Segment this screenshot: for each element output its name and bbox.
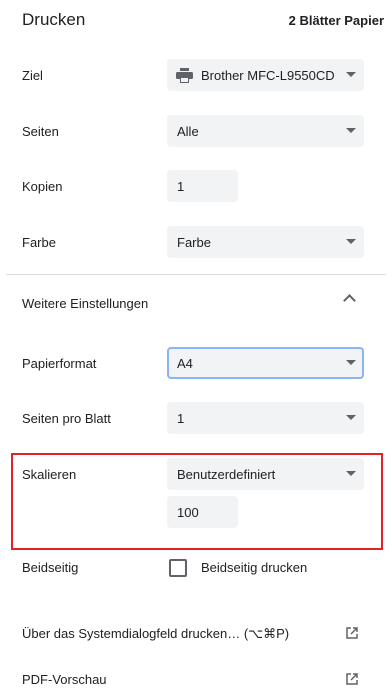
- page-title: Drucken: [22, 10, 86, 29]
- sheet-count: 2 Blätter Papier: [288, 13, 384, 28]
- chevron-down-icon: [346, 128, 356, 133]
- chevron-down-icon: [346, 72, 356, 77]
- chevron-down-icon: [346, 360, 356, 365]
- scale-select[interactable]: Benutzerdefiniert: [167, 458, 364, 490]
- paper-size-label: Papierformat: [22, 356, 97, 371]
- pages-per-sheet-label: Seiten pro Blatt: [22, 411, 111, 426]
- duplex-checkbox-label[interactable]: Beidseitig drucken: [201, 560, 307, 575]
- more-settings-label[interactable]: Weitere Einstellungen: [22, 296, 148, 311]
- chevron-down-icon: [346, 471, 356, 476]
- destination-value: Brother MFC-L9550CD: [201, 67, 335, 83]
- pages-label: Seiten: [22, 124, 59, 139]
- color-value: Farbe: [177, 234, 211, 250]
- scale-label: Skalieren: [22, 467, 77, 482]
- pages-per-sheet-select[interactable]: 1: [167, 402, 364, 434]
- divider: [6, 274, 386, 275]
- pdf-preview-link[interactable]: PDF-Vorschau: [22, 672, 107, 687]
- scale-value: Benutzerdefiniert: [177, 466, 276, 482]
- chevron-up-icon[interactable]: [343, 294, 356, 307]
- paper-size-value: A4: [177, 355, 193, 371]
- system-dialog-link[interactable]: Über das Systemdialogfeld drucken… (⌥⌘P): [22, 626, 289, 642]
- color-label: Farbe: [22, 235, 56, 250]
- pages-value: Alle: [177, 123, 199, 139]
- pages-per-sheet-value: 1: [177, 410, 185, 426]
- color-select[interactable]: Farbe: [167, 226, 364, 258]
- open-in-new-icon[interactable]: [346, 672, 358, 690]
- destination-label: Ziel: [22, 68, 43, 83]
- chevron-down-icon: [346, 239, 356, 244]
- copies-label: Kopien: [22, 179, 63, 194]
- printer-icon: [176, 68, 193, 83]
- paper-size-select[interactable]: A4: [167, 347, 364, 379]
- destination-select[interactable]: Brother MFC-L9550CD: [167, 59, 364, 91]
- open-in-new-icon[interactable]: [346, 626, 358, 644]
- copies-input[interactable]: 1: [167, 170, 238, 202]
- duplex-label: Beidseitig: [22, 560, 79, 575]
- chevron-down-icon: [346, 415, 356, 420]
- duplex-checkbox[interactable]: [169, 559, 187, 577]
- pages-select[interactable]: Alle: [167, 115, 364, 147]
- scale-custom-input[interactable]: 100: [167, 496, 238, 528]
